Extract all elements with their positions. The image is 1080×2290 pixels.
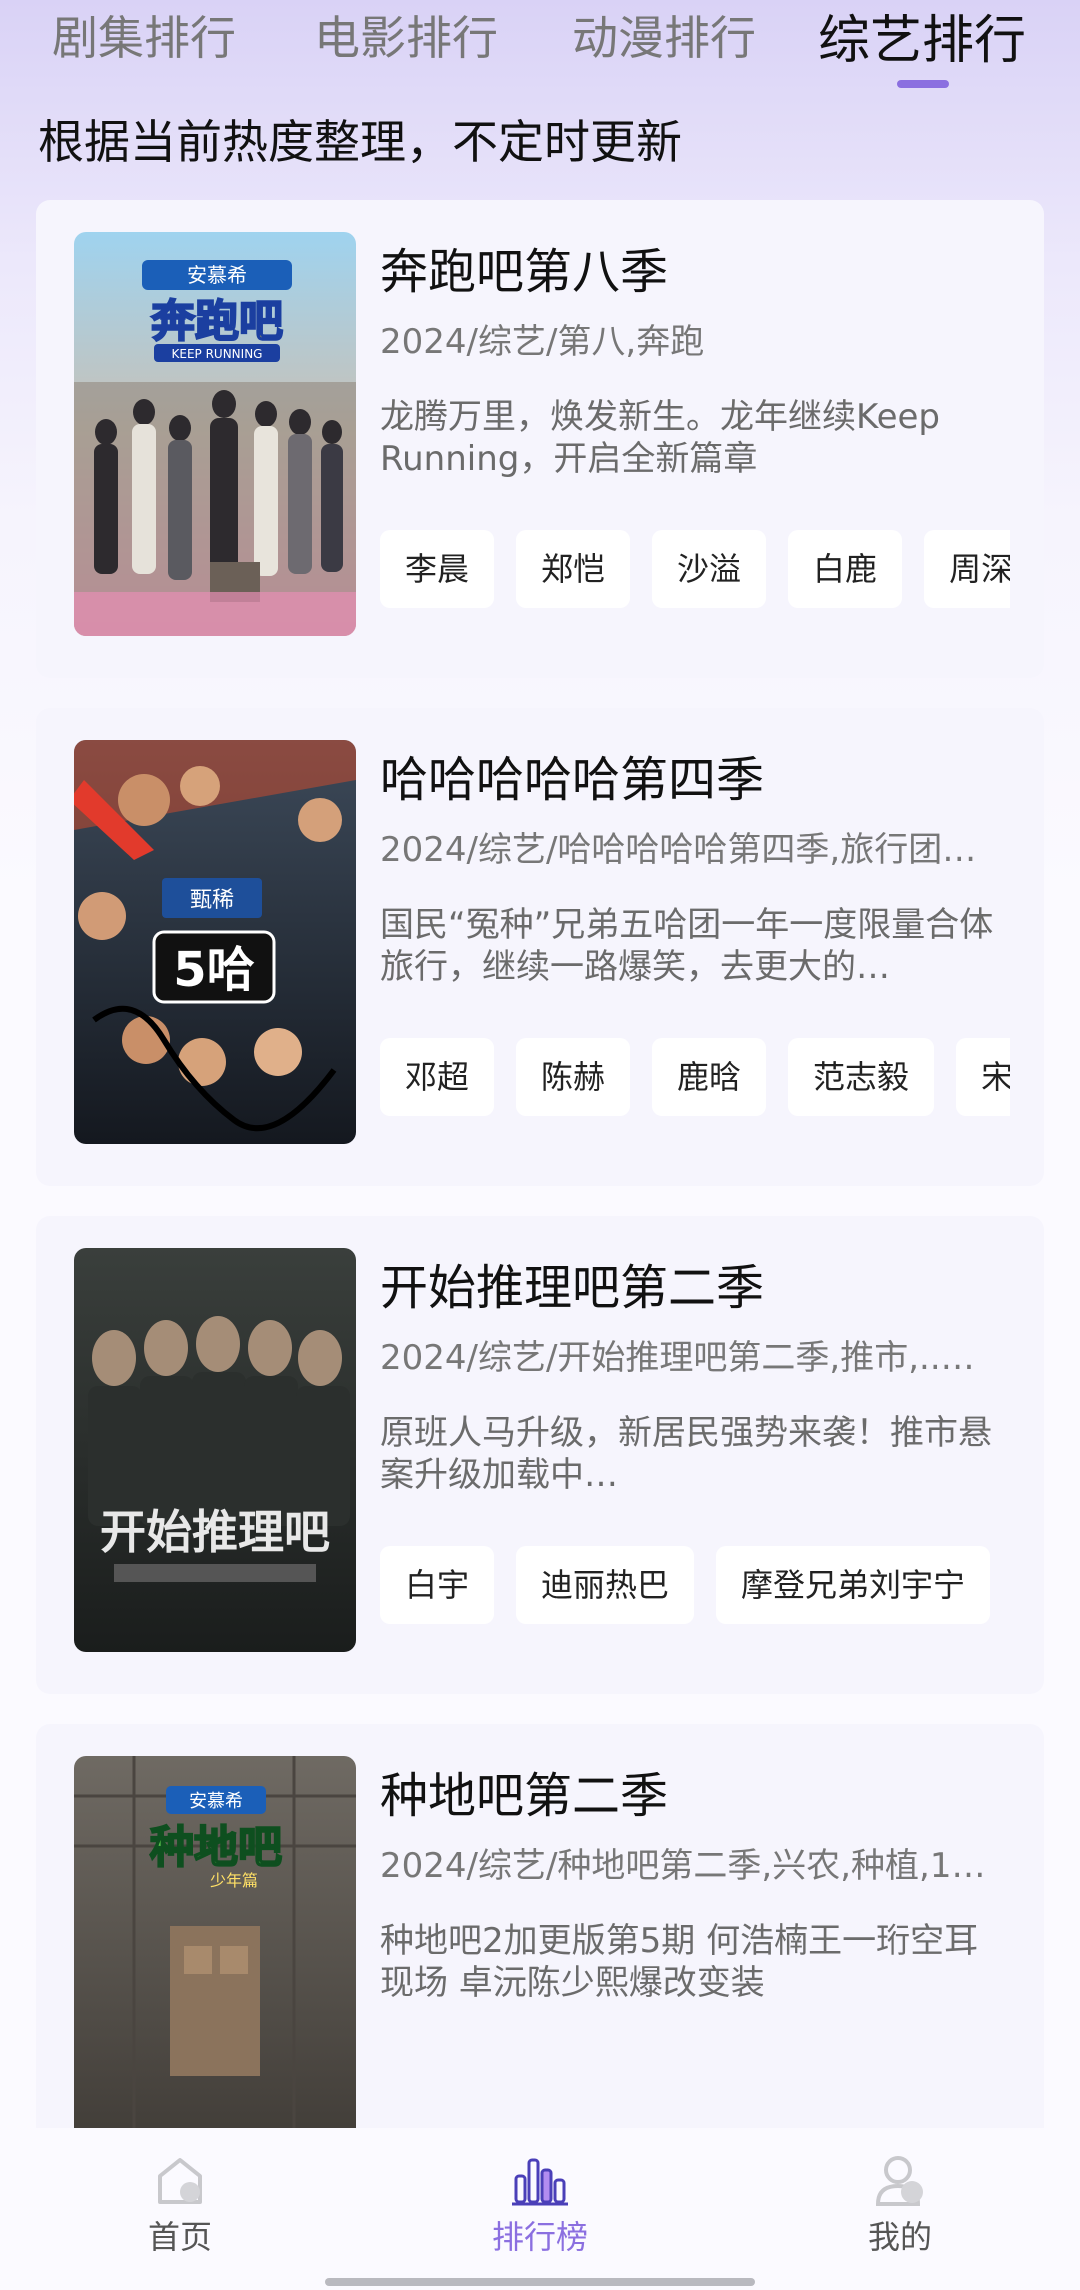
show-title: 奔跑吧第八季 — [380, 244, 669, 300]
list-item[interactable]: 安慕希 奔跑吧 KEEP RUNNING 奔跑吧第八季 2024/综艺/第八,奔… — [36, 200, 1044, 678]
cast-tag[interactable]: 沙溢 — [652, 530, 767, 608]
poster-logo: 奔跑吧 — [151, 296, 283, 347]
nav-label: 我的 — [867, 2218, 932, 2256]
cast-tags: 李晨 郑恺 沙溢 白鹿 周深 — [380, 530, 1010, 610]
bottom-navigation: 首页 排行榜 我的 — [0, 2128, 1080, 2290]
poster-logo-sub: KEEP RUNNING — [172, 347, 263, 361]
cast-tag[interactable]: 宋 — [956, 1038, 1010, 1116]
ranking-chart-icon — [512, 2158, 568, 2206]
poster-brand: 甄稀 — [190, 888, 234, 913]
nav-label: 排行榜 — [491, 2218, 588, 2256]
cast-tag[interactable]: 范志毅 — [788, 1038, 935, 1116]
cast-tags: 白宇 迪丽热巴 摩登兄弟刘宇宁 — [380, 1546, 1010, 1626]
show-title: 哈哈哈哈哈第四季 — [380, 752, 765, 808]
cast-tag[interactable]: 迪丽热巴 — [516, 1546, 695, 1624]
poster-logo: 种地吧 — [150, 1822, 282, 1873]
cast-tag[interactable]: 周深 — [924, 530, 1010, 608]
cast-tag[interactable]: 白鹿 — [788, 530, 903, 608]
cast-tag[interactable]: 鹿晗 — [652, 1038, 767, 1116]
tab-series-ranking[interactable]: 剧集排行 — [52, 2, 236, 68]
cast-tag[interactable]: 邓超 — [380, 1038, 495, 1116]
cast-tag[interactable]: 白宇 — [380, 1546, 495, 1624]
cast-tag[interactable]: 郑恺 — [516, 530, 631, 608]
poster-image[interactable]: 甄稀 5哈 — [74, 740, 356, 1144]
show-description: 国民“冤种”兄弟五哈团一年一度限量合体旅行，继续一路爆笑，去更大的… — [380, 905, 994, 987]
system-home-indicator[interactable] — [325, 2278, 755, 2286]
show-title: 种地吧第二季 — [380, 1768, 669, 1824]
cast-tag[interactable]: 摩登兄弟刘宇宁 — [716, 1546, 991, 1624]
poster-logo: 开始推理吧 — [100, 1505, 330, 1559]
show-title: 开始推理吧第二季 — [380, 1260, 765, 1316]
list-item[interactable]: 开始推理吧 开始推理吧第二季 2024/综艺/开始推理吧第二季,推市,..… 原… — [36, 1216, 1044, 1694]
profile-icon — [875, 2156, 923, 2206]
nav-home[interactable]: 首页 — [90, 2152, 270, 2258]
tab-variety-ranking[interactable]: 综艺排行 — [818, 0, 1026, 73]
poster-logo: 5哈 — [173, 942, 254, 998]
page-subtitle: 根据当前热度整理，不定时更新 — [38, 115, 682, 169]
cast-tag[interactable]: 李晨 — [380, 530, 495, 608]
poster-image[interactable]: 安慕希 奔跑吧 KEEP RUNNING — [74, 232, 356, 636]
list-item[interactable]: 甄稀 5哈 哈哈哈哈哈第四季 2024/综艺/哈哈哈哈哈第四季,旅行团… 国民“… — [36, 708, 1044, 1186]
poster-logo-sub: 少年篇 — [210, 1871, 258, 1890]
tab-movie-ranking[interactable]: 电影排行 — [314, 2, 498, 68]
active-tab-indicator — [897, 80, 949, 88]
cast-tags: 邓超 陈赫 鹿晗 范志毅宋 — [380, 1038, 1010, 1118]
home-icon — [158, 2158, 202, 2204]
nav-ranking[interactable]: 排行榜 — [450, 2152, 630, 2258]
poster-image[interactable]: 开始推理吧 — [74, 1248, 356, 1652]
show-meta: 2024/综艺/哈哈哈哈哈第四季,旅行团… — [380, 830, 977, 870]
show-description: 原班人马升级，新居民强势来袭！推市悬案升级加载中… — [380, 1413, 992, 1495]
cast-tag[interactable]: 陈赫 — [516, 1038, 631, 1116]
show-description: 种地吧2加更版第5期 何浩楠王一珩空耳现场 卓沅陈少熙爆改变装 — [380, 1921, 979, 2003]
nav-profile[interactable]: 我的 — [810, 2152, 990, 2258]
show-description: 龙腾万里，焕发新生。龙年继续Keep Running，开启全新篇章 — [380, 397, 941, 479]
poster-image[interactable]: 安慕希 种地吧 少年篇 — [74, 1756, 356, 2160]
tab-anime-ranking[interactable]: 动漫排行 — [572, 2, 756, 68]
show-meta: 2024/综艺/第八,奔跑 — [380, 322, 705, 362]
category-tabs: 剧集排行 电影排行 动漫排行 综艺排行 — [0, 0, 1080, 100]
show-meta: 2024/综艺/种地吧第二季,兴农,种植,1… — [380, 1846, 986, 1886]
show-meta: 2024/综艺/开始推理吧第二季,推市,..… — [380, 1338, 975, 1378]
poster-brand: 安慕希 — [189, 1791, 243, 1812]
nav-label: 首页 — [147, 2218, 212, 2256]
poster-brand: 安慕希 — [187, 263, 247, 287]
